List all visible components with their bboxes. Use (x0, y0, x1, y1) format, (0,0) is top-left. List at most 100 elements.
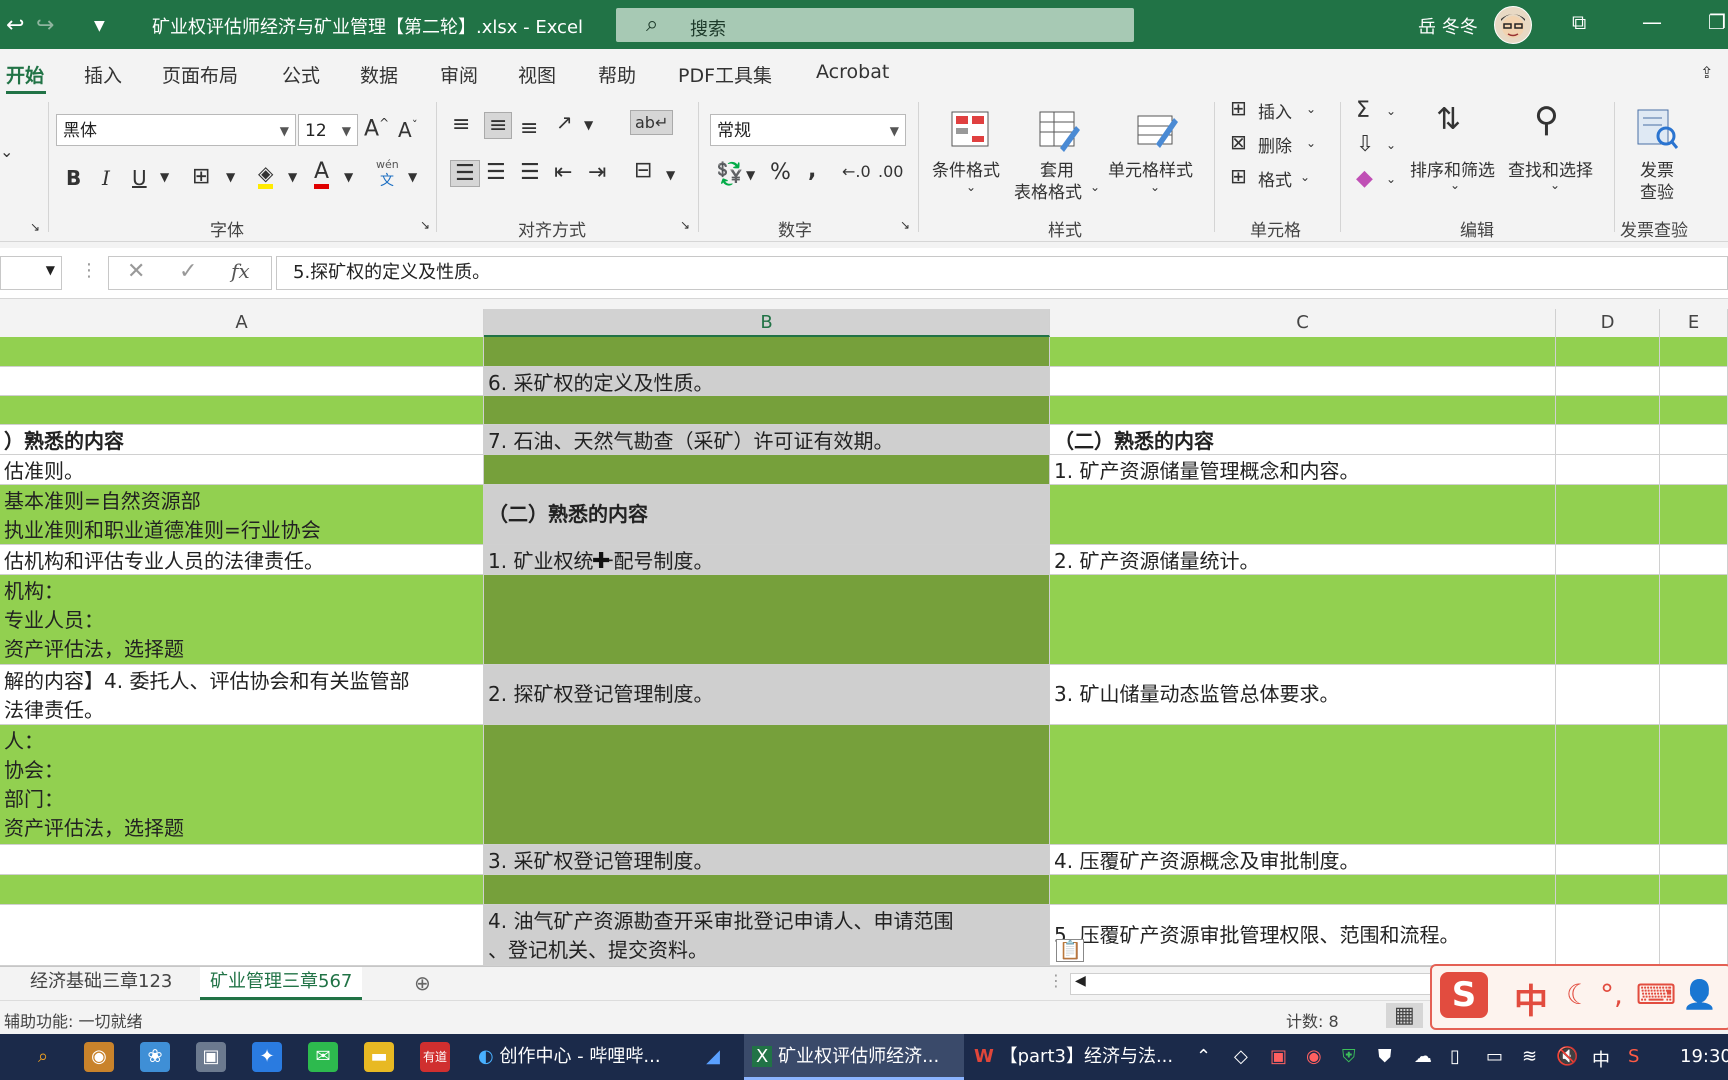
wifi-icon[interactable]: ≋ (1522, 1046, 1537, 1067)
name-box[interactable]: ▼ (0, 256, 62, 290)
cell[interactable]: ）熟悉的内容 (0, 425, 484, 455)
share-icon[interactable]: ⇪ (1700, 63, 1713, 82)
minimize-icon[interactable]: — (1642, 10, 1662, 34)
column-header-b[interactable]: B (484, 309, 1050, 337)
find-select-icon[interactable]: ⚲ (1534, 100, 1559, 140)
cell-styles-label[interactable]: 单元格样式 (1108, 156, 1193, 181)
paste-options-icon[interactable]: 📋 (1056, 939, 1085, 962)
ribbon-display-icon[interactable]: ⧉ (1572, 10, 1586, 34)
align-middle-icon[interactable]: ≡ (484, 112, 513, 139)
cell[interactable]: 2. 探矿权登记管理制度。 (484, 665, 1050, 725)
conditional-formatting-icon[interactable] (948, 108, 992, 152)
user-icon[interactable]: 👤 (1682, 978, 1717, 1011)
chevron-down-icon[interactable]: ⌄ (1306, 102, 1316, 116)
cell[interactable]: 4. 压覆矿产资源概念及审批制度。 (1050, 845, 1556, 875)
align-bottom-icon[interactable]: ≡ (520, 116, 538, 141)
file-explorer-icon[interactable]: ▬ (364, 1042, 394, 1072)
cell[interactable] (1050, 485, 1556, 545)
cell[interactable] (484, 725, 1050, 845)
cell[interactable] (1050, 575, 1556, 665)
accounting-format-icon[interactable]: 💱 (716, 162, 743, 187)
number-format-combo[interactable]: 常规 ▼ (710, 114, 906, 146)
italic-icon[interactable]: I (102, 166, 110, 190)
cell[interactable] (1556, 725, 1660, 845)
column-header-e[interactable]: E (1660, 309, 1728, 337)
delete-cells-label[interactable]: 删除 (1258, 132, 1292, 157)
keyboard-icon[interactable]: ⌨ (1636, 978, 1676, 1011)
cell[interactable]: 5. 压覆矿产资源审批管理权限、范围和流程。 (1050, 905, 1556, 966)
chevron-down-icon[interactable]: ▼ (408, 170, 417, 184)
tab-home[interactable]: 开始 (6, 61, 44, 88)
chevron-down-icon[interactable]: ⌄ (1090, 180, 1100, 194)
taskbar-app-wps[interactable]: W 【part3】经济与法... (966, 1034, 1190, 1080)
youdao-icon[interactable]: 有道 (420, 1042, 450, 1072)
battery-icon[interactable]: ▯ (1450, 1046, 1460, 1067)
percent-icon[interactable]: % (770, 160, 791, 185)
clock[interactable]: 19:30 (1680, 1046, 1728, 1067)
cell[interactable]: 估机构和评估专业人员的法律责任。 (0, 545, 484, 575)
cell[interactable] (1556, 455, 1660, 485)
column-header-c[interactable]: C (1050, 309, 1556, 337)
cell[interactable] (1050, 337, 1556, 367)
cell[interactable] (1660, 725, 1728, 845)
accessibility-status[interactable]: 辅助功能: 一切就绪 (4, 1008, 142, 1032)
cell[interactable] (1556, 367, 1660, 396)
cell[interactable] (1660, 545, 1728, 575)
moon-icon[interactable]: ☾ (1566, 978, 1591, 1011)
insert-cells-label[interactable]: 插入 (1258, 98, 1292, 123)
search-icon[interactable]: ⌕ (28, 1042, 58, 1072)
cell[interactable] (1556, 575, 1660, 665)
app-icon[interactable]: ◉ (84, 1042, 114, 1072)
cell[interactable] (0, 396, 484, 425)
cell[interactable] (484, 455, 1050, 485)
normal-view-icon[interactable]: ▦ (1386, 1003, 1423, 1028)
ime-indicator[interactable]: 中 (1592, 1046, 1610, 1072)
insert-function-icon[interactable]: fx (231, 259, 250, 283)
tab-formulas[interactable]: 公式 (282, 61, 320, 88)
font-launcher-icon[interactable]: ↘ (420, 218, 430, 232)
cell[interactable]: 2. 矿产资源储量统计。 (1050, 545, 1556, 575)
app-icon[interactable]: ◢ (698, 1042, 728, 1072)
tab-page-layout[interactable]: 页面布局 (162, 61, 238, 88)
alignment-launcher-icon[interactable]: ↘ (680, 218, 690, 232)
cell[interactable] (0, 845, 484, 875)
tray-app-icon[interactable]: ◇ (1234, 1046, 1248, 1067)
tab-split-handle-icon[interactable]: ⋮ (1048, 971, 1064, 990)
increase-decimal-icon[interactable]: ←.0 (842, 162, 871, 181)
tab-review[interactable]: 审阅 (440, 61, 478, 88)
align-center-icon[interactable]: ☰ (486, 160, 506, 185)
cell[interactable] (484, 575, 1050, 665)
cell[interactable] (1660, 905, 1728, 966)
column-header-d[interactable]: D (1556, 309, 1660, 337)
cell-styles-icon[interactable] (1134, 108, 1178, 152)
insert-cells-icon[interactable]: ⊞ (1230, 96, 1247, 120)
chevron-down-icon[interactable]: ▼ (226, 170, 235, 184)
cell[interactable]: 机构： 专业人员： 资产评估法，选择题 (0, 575, 484, 665)
cancel-icon[interactable]: ✕ (127, 259, 145, 284)
cell[interactable] (1556, 337, 1660, 367)
ime-toolbar[interactable]: S 中 ☾ °, ⌨ 👤 (1430, 964, 1728, 1030)
tab-insert[interactable]: 插入 (84, 61, 122, 88)
network-icon[interactable]: ▭ (1486, 1046, 1503, 1067)
chevron-down-icon[interactable]: ⌄ (1150, 180, 1160, 194)
clear-icon[interactable]: ◆ (1356, 166, 1373, 191)
chevron-down-icon[interactable]: ▼ (344, 170, 353, 184)
chevron-down-icon[interactable]: ▼ (160, 170, 169, 184)
cell[interactable] (484, 875, 1050, 905)
cell[interactable] (1660, 665, 1728, 725)
show-hidden-icons-icon[interactable]: ⌃ (1196, 1046, 1211, 1067)
app-icon[interactable]: ✦ (252, 1042, 282, 1072)
invoice-check-label-2[interactable]: 查验 (1640, 178, 1674, 203)
chevron-down-icon[interactable]: ⌄ (1550, 178, 1560, 192)
taskbar-app-edge[interactable]: ◐ 创作中心 - 哔哩哔... (470, 1034, 698, 1080)
bold-icon[interactable]: B (66, 166, 81, 190)
increase-indent-icon[interactable]: ⇥ (588, 160, 606, 185)
format-cells-icon[interactable]: ⊞ (1230, 164, 1247, 188)
autosum-icon[interactable]: Σ (1356, 98, 1370, 123)
cell[interactable] (1660, 485, 1728, 545)
column-header-a[interactable]: A (0, 309, 484, 337)
cell[interactable] (0, 875, 484, 905)
cell[interactable] (1556, 905, 1660, 966)
comma-style-icon[interactable]: , (808, 158, 816, 183)
tray-app-icon[interactable]: ◉ (1306, 1046, 1322, 1067)
